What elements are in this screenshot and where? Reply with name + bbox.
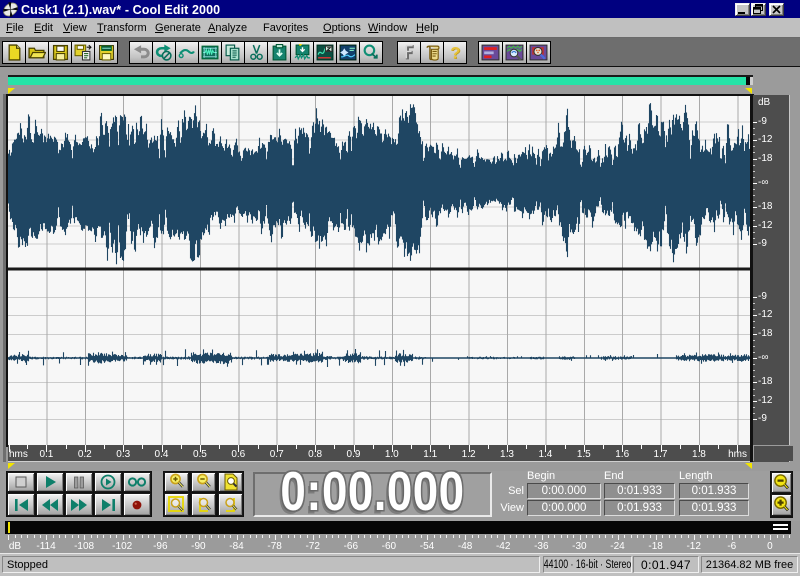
svg-text:?: ? bbox=[450, 44, 460, 62]
